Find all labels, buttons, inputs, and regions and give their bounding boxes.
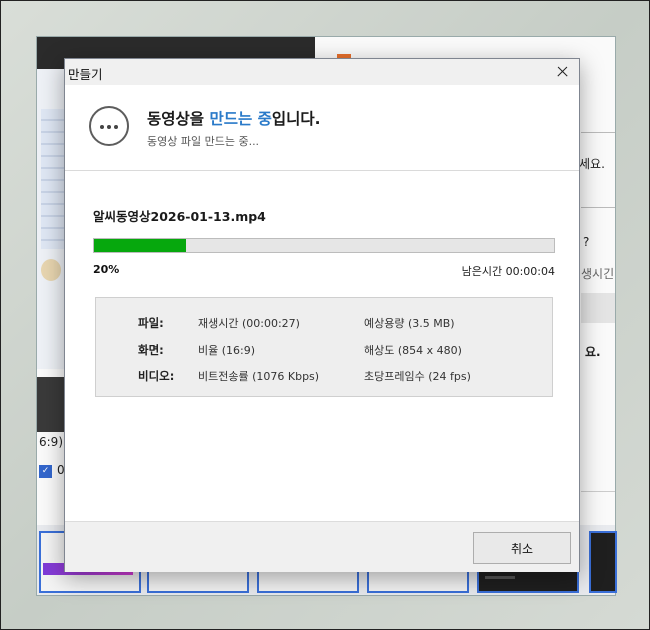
screenshot-frame xyxy=(0,0,650,630)
